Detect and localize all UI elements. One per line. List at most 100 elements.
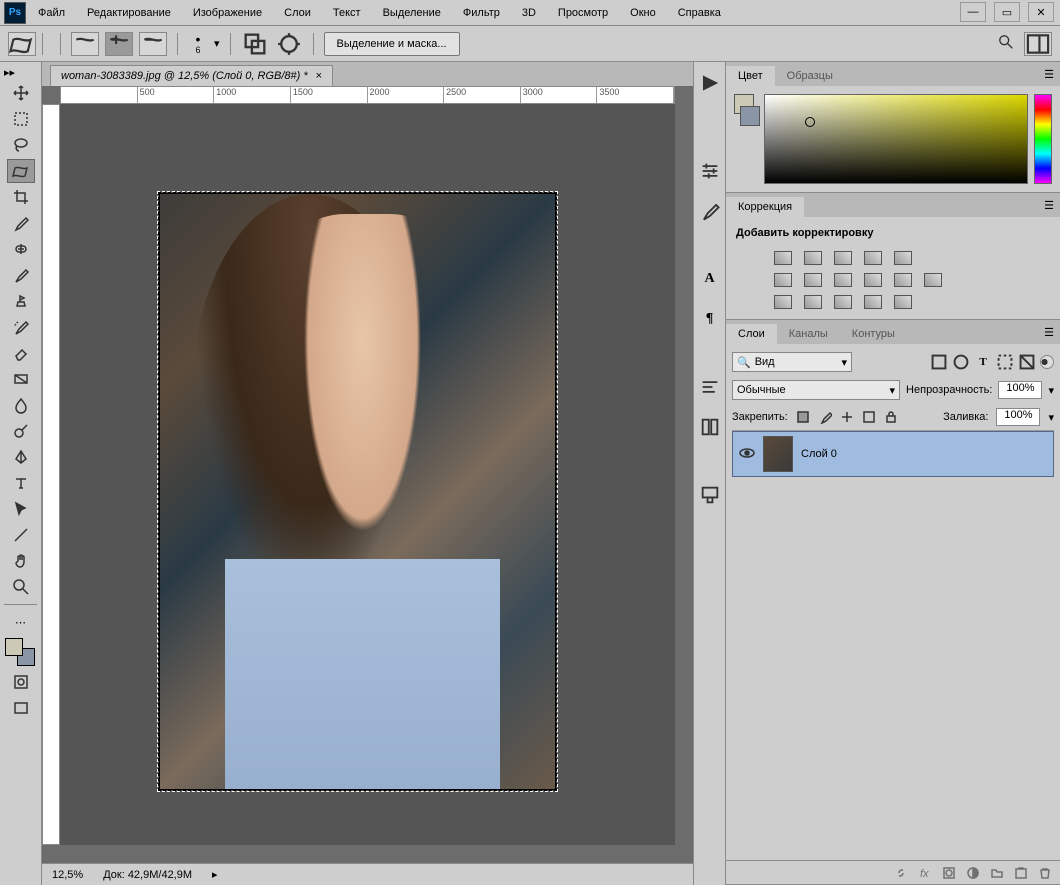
link-layers-icon[interactable]	[894, 866, 908, 880]
brightness-contrast-icon[interactable]	[774, 251, 792, 265]
close-tab-icon[interactable]: ×	[316, 70, 322, 82]
hand-tool-icon[interactable]	[7, 549, 35, 573]
delete-layer-icon[interactable]	[1038, 866, 1052, 880]
layer-name[interactable]: Слой 0	[801, 448, 837, 460]
blur-tool-icon[interactable]	[7, 393, 35, 417]
filter-type-icon[interactable]: T	[974, 353, 992, 371]
dodge-tool-icon[interactable]	[7, 419, 35, 443]
black-white-icon[interactable]	[834, 273, 852, 287]
close-button[interactable]: ✕	[1028, 2, 1054, 22]
toolbox-collapse-icon[interactable]: ▸▸	[0, 66, 19, 79]
color-field[interactable]	[764, 94, 1028, 184]
lock-image-icon[interactable]	[818, 410, 832, 424]
ruler-vertical[interactable]	[42, 104, 60, 845]
threshold-icon[interactable]	[834, 295, 852, 309]
lasso-tool-icon[interactable]	[7, 133, 35, 157]
gradient-tool-icon[interactable]	[7, 367, 35, 391]
tab-color[interactable]: Цвет	[726, 66, 775, 86]
brushes-panel-icon[interactable]	[699, 200, 721, 222]
tab-layers[interactable]: Слои	[726, 324, 777, 344]
ruler-horizontal[interactable]: 500 1000 1500 2000 2500 3000 3500	[60, 86, 675, 104]
zoom-level[interactable]: 12,5%	[52, 869, 83, 881]
menu-window[interactable]: Окно	[620, 3, 666, 23]
tab-corrections[interactable]: Коррекция	[726, 197, 804, 217]
lock-position-icon[interactable]	[840, 410, 854, 424]
invert-icon[interactable]	[774, 295, 792, 309]
menu-help[interactable]: Справка	[668, 3, 731, 23]
tab-swatches[interactable]: Образцы	[775, 66, 845, 86]
menu-image[interactable]: Изображение	[183, 3, 272, 23]
fill-input[interactable]: 100%	[996, 408, 1040, 426]
sample-all-layers-icon[interactable]	[241, 32, 269, 56]
line-tool-icon[interactable]	[7, 523, 35, 547]
layer-mask-icon[interactable]	[942, 866, 956, 880]
current-tool-icon[interactable]	[8, 32, 36, 56]
hue-slider[interactable]	[1034, 94, 1052, 184]
adjustments-panel-icon[interactable]	[699, 160, 721, 182]
menu-select[interactable]: Выделение	[373, 3, 451, 23]
maximize-button[interactable]: ▭	[994, 2, 1020, 22]
levels-icon[interactable]	[804, 251, 822, 265]
libraries-panel-icon[interactable]	[699, 416, 721, 438]
curves-icon[interactable]	[834, 251, 852, 265]
hue-saturation-icon[interactable]	[774, 273, 792, 287]
quick-selection-tool-icon[interactable]	[7, 159, 35, 183]
filter-adjustment-icon[interactable]	[952, 353, 970, 371]
brush-dropdown-icon[interactable]: ▾	[214, 37, 220, 50]
eyedropper-tool-icon[interactable]	[7, 211, 35, 235]
healing-brush-tool-icon[interactable]	[7, 237, 35, 261]
edit-toolbar-icon[interactable]: ⋯	[7, 610, 35, 634]
menu-3d[interactable]: 3D	[512, 3, 546, 23]
paragraph-panel-icon[interactable]: ¶	[699, 308, 721, 330]
filter-pixel-icon[interactable]	[930, 353, 948, 371]
menu-filter[interactable]: Фильтр	[453, 3, 510, 23]
type-tool-icon[interactable]	[7, 471, 35, 495]
new-layer-icon[interactable]	[1014, 866, 1028, 880]
lock-artboard-icon[interactable]	[862, 410, 876, 424]
history-brush-tool-icon[interactable]	[7, 315, 35, 339]
canvas-image[interactable]	[160, 194, 555, 789]
actions-panel-icon[interactable]	[699, 484, 721, 506]
doc-size-label[interactable]: Док: 42,9М/42,9М	[103, 869, 192, 881]
layer-item[interactable]: Слой 0	[732, 431, 1054, 477]
filter-toggle-icon[interactable]	[1040, 355, 1054, 369]
tab-paths[interactable]: Контуры	[840, 324, 907, 344]
color-lookup-icon[interactable]	[924, 273, 942, 287]
canvas-viewport[interactable]	[60, 104, 675, 845]
photo-filter-icon[interactable]	[864, 273, 882, 287]
subtract-selection-icon[interactable]	[139, 32, 167, 56]
add-selection-icon[interactable]	[105, 32, 133, 56]
zoom-tool-icon[interactable]	[7, 575, 35, 599]
document-tab[interactable]: woman-3083389.jpg @ 12,5% (Слой 0, RGB/8…	[50, 65, 333, 86]
menu-edit[interactable]: Редактирование	[77, 3, 181, 23]
menu-file[interactable]: Файл	[28, 3, 75, 23]
eraser-tool-icon[interactable]	[7, 341, 35, 365]
color-swatches[interactable]	[5, 638, 37, 668]
layer-filter-select[interactable]: 🔍 Вид ▾	[732, 352, 852, 372]
brush-tool-icon[interactable]	[7, 263, 35, 287]
layer-style-icon[interactable]: fx	[918, 866, 932, 880]
filter-smart-icon[interactable]	[1018, 353, 1036, 371]
search-icon[interactable]	[994, 30, 1018, 57]
opacity-input[interactable]: 100%	[998, 381, 1042, 399]
posterize-icon[interactable]	[804, 295, 822, 309]
exposure-icon[interactable]	[864, 251, 882, 265]
group-layers-icon[interactable]	[990, 866, 1004, 880]
selective-color-icon[interactable]	[894, 295, 912, 309]
menu-layers[interactable]: Слои	[274, 3, 321, 23]
adjustment-layer-icon[interactable]	[966, 866, 980, 880]
channel-mixer-icon[interactable]	[894, 273, 912, 287]
minimize-button[interactable]: —	[960, 2, 986, 22]
panel-menu-icon[interactable]: ☰	[1044, 326, 1054, 339]
marquee-tool-icon[interactable]	[7, 107, 35, 131]
panel-menu-icon[interactable]: ☰	[1044, 199, 1054, 212]
tab-channels[interactable]: Каналы	[777, 324, 840, 344]
gradient-map-icon[interactable]	[864, 295, 882, 309]
layer-thumbnail[interactable]	[763, 436, 793, 472]
properties-panel-icon[interactable]	[699, 376, 721, 398]
character-panel-icon[interactable]: A	[699, 268, 721, 290]
menu-view[interactable]: Просмотр	[548, 3, 618, 23]
history-panel-icon[interactable]	[699, 72, 721, 94]
blend-mode-select[interactable]: Обычные▾	[732, 380, 900, 400]
foreground-color-swatch[interactable]	[5, 638, 23, 656]
